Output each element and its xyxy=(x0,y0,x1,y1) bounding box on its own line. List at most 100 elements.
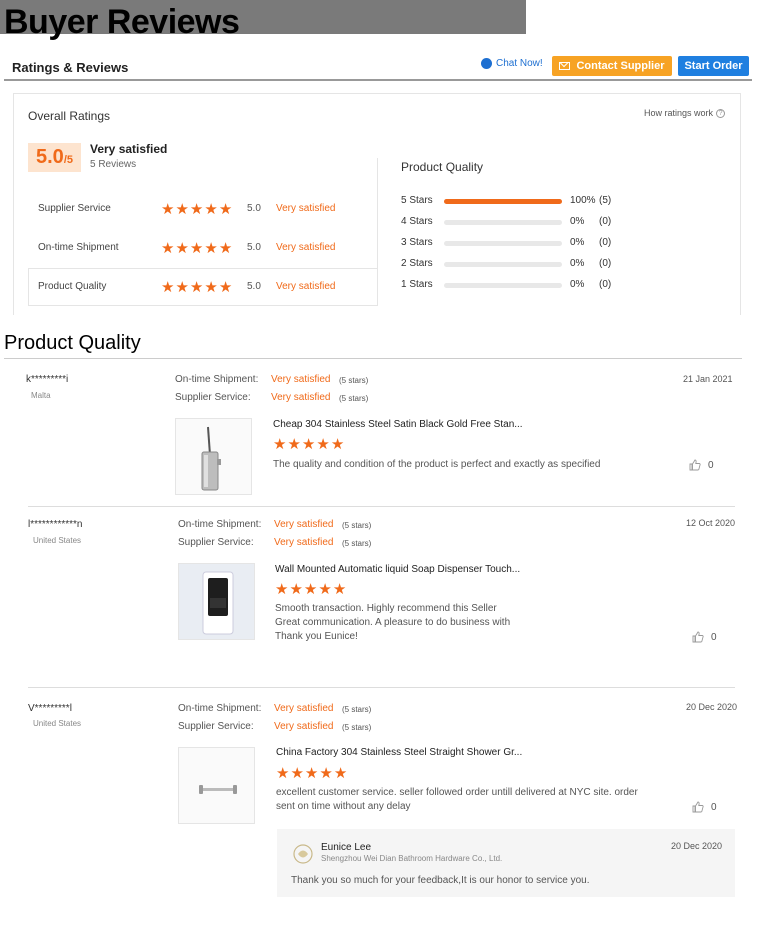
product-title-link[interactable]: Cheap 304 Stainless Steel Satin Black Go… xyxy=(273,419,523,430)
star-rating: ★ ★ ★ ★ ★ xyxy=(273,437,344,452)
star-rating: ★ ★ ★ ★ ★ xyxy=(161,202,232,217)
chat-now-label: Chat Now! xyxy=(496,58,543,69)
chat-icon xyxy=(481,58,492,69)
shipment-value: Very satisfied xyxy=(274,703,334,714)
star-icon: ★ xyxy=(218,201,233,218)
bar-track xyxy=(444,262,562,267)
bar-fill xyxy=(444,199,562,204)
rating-text: Very satisfied xyxy=(276,281,336,292)
product-title-link[interactable]: Wall Mounted Automatic liquid Soap Dispe… xyxy=(275,564,520,575)
star-icon: ★ xyxy=(161,201,175,218)
how-ratings-work-link[interactable]: How ratings work ? xyxy=(644,108,726,118)
review-divider xyxy=(28,506,735,507)
bar-label: 1 Stars xyxy=(401,279,433,290)
overall-score-text: Very satisfied xyxy=(90,142,168,156)
product-image[interactable] xyxy=(178,747,255,824)
star-icon: ★ xyxy=(290,765,304,782)
star-icon: ★ xyxy=(218,240,233,257)
bar-percent: 0% xyxy=(570,216,585,227)
bar-label: 4 Stars xyxy=(401,216,433,227)
bar-label: 5 Stars xyxy=(401,195,433,206)
like-button[interactable]: 0 xyxy=(692,801,717,813)
service-value: Very satisfied xyxy=(274,537,334,548)
start-order-button[interactable]: Start Order xyxy=(678,56,749,76)
like-count: 0 xyxy=(711,801,717,813)
bar-count: (5) xyxy=(599,195,612,206)
star-icon: ★ xyxy=(175,240,189,257)
chat-now-link[interactable]: Chat Now! xyxy=(481,58,543,69)
review-date: 20 Dec 2020 xyxy=(686,702,738,712)
comment-line: Thank you Eunice! xyxy=(275,631,358,642)
like-count: 0 xyxy=(711,631,717,643)
star-icon: ★ xyxy=(175,201,189,218)
bar-count: (0) xyxy=(599,216,612,227)
supplier-reply xyxy=(277,829,735,897)
reviewer-country: United States xyxy=(33,536,82,545)
star-icon: ★ xyxy=(175,279,189,296)
product-image[interactable] xyxy=(175,418,252,495)
how-ratings-work-label: How ratings work xyxy=(644,108,714,118)
like-button[interactable]: 0 xyxy=(692,631,717,643)
star-icon: ★ xyxy=(161,240,175,257)
comment-line: Smooth transaction. Highly recommend thi… xyxy=(275,603,497,614)
contact-supplier-button[interactable]: Contact Supplier xyxy=(552,56,672,76)
shipment-stars: (5 stars) xyxy=(339,376,369,385)
section-divider xyxy=(4,358,742,359)
bar-track xyxy=(444,283,562,288)
bar-percent: 0% xyxy=(570,279,585,290)
bar-track xyxy=(444,199,562,204)
rating-value: 5.0 xyxy=(247,281,261,292)
comment-line: The quality and condition of the product… xyxy=(273,459,601,470)
star-icon: ★ xyxy=(333,765,348,782)
star-icon: ★ xyxy=(273,436,287,453)
score-value: 5.0 xyxy=(36,146,64,168)
review-comment: excellent customer service. seller follo… xyxy=(276,786,676,814)
grab-bar-image xyxy=(179,748,254,823)
star-icon: ★ xyxy=(204,279,218,296)
reviewer-name: k*********i xyxy=(26,374,69,385)
supplier-logo-icon xyxy=(293,844,313,864)
like-button[interactable]: 0 xyxy=(689,459,714,471)
reply-text: Thank you so much for your feedback,It i… xyxy=(291,875,590,886)
product-title-link[interactable]: China Factory 304 Stainless Steel Straig… xyxy=(276,747,522,758)
star-icon: ★ xyxy=(332,581,347,598)
reviewer-name: V*********l xyxy=(28,703,72,714)
bar-label: 3 Stars xyxy=(401,237,433,248)
rating-label: On-time Shipment xyxy=(38,242,119,253)
rating-text: Very satisfied xyxy=(276,203,336,214)
star-icon: ★ xyxy=(303,581,318,598)
rating-value: 5.0 xyxy=(247,242,261,253)
shipment-label: On-time Shipment: xyxy=(178,519,262,530)
review-count: 5 Reviews xyxy=(90,159,137,170)
service-stars: (5 stars) xyxy=(339,394,369,403)
comment-line: sent on time without any delay xyxy=(276,801,411,812)
star-icon: ★ xyxy=(161,279,175,296)
reviewer-country: Malta xyxy=(31,391,51,400)
bar-percent: 100% xyxy=(570,195,596,206)
thumbs-up-icon xyxy=(692,801,704,813)
service-value: Very satisfied xyxy=(271,392,331,403)
star-icon: ★ xyxy=(189,240,204,257)
overall-score: 5.0 /5 xyxy=(28,143,81,172)
shipment-label: On-time Shipment: xyxy=(175,374,259,385)
service-value: Very satisfied xyxy=(274,721,334,732)
review-date: 21 Jan 2021 xyxy=(683,374,733,384)
star-icon: ★ xyxy=(287,436,301,453)
star-icon: ★ xyxy=(319,765,333,782)
shipment-value: Very satisfied xyxy=(271,374,331,385)
star-icon: ★ xyxy=(289,581,303,598)
bar-percent: 0% xyxy=(570,237,585,248)
product-image[interactable] xyxy=(178,563,255,640)
ratings-reviews-title: Ratings & Reviews xyxy=(12,60,129,75)
thumbs-up-icon xyxy=(692,631,704,643)
envelope-icon xyxy=(559,62,571,70)
like-count: 0 xyxy=(708,459,714,471)
service-label: Supplier Service: xyxy=(178,721,254,732)
bar-track xyxy=(444,220,562,225)
star-icon: ★ xyxy=(301,436,316,453)
star-rating: ★ ★ ★ ★ ★ xyxy=(161,280,232,295)
reply-author: Eunice Lee xyxy=(321,842,372,853)
review-comment: Smooth transaction. Highly recommend thi… xyxy=(275,602,665,644)
bar-count: (0) xyxy=(599,237,612,248)
bar-count: (0) xyxy=(599,258,612,269)
